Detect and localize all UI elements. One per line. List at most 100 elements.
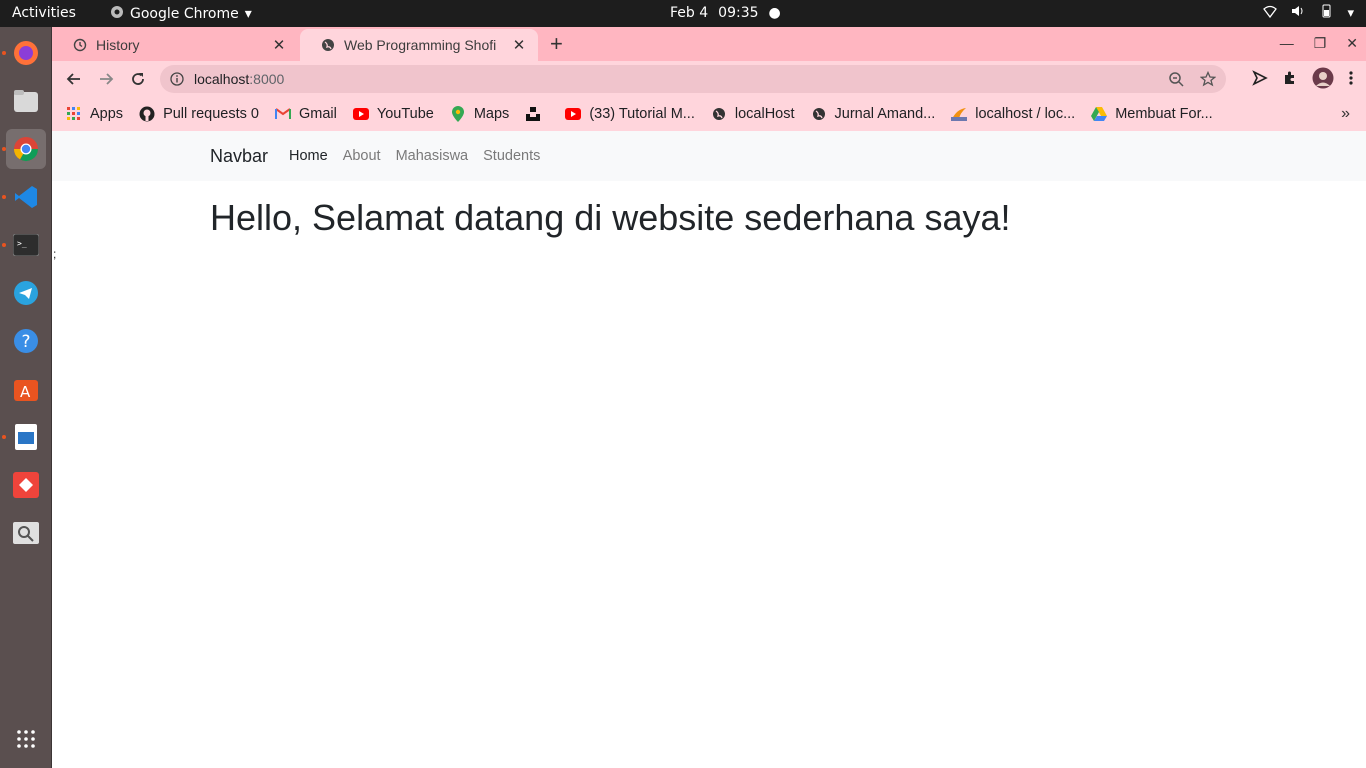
caret-down-icon: ▾ xyxy=(244,6,252,22)
firefox-icon[interactable] xyxy=(6,33,46,73)
globe-icon xyxy=(320,37,336,53)
youtube-icon xyxy=(565,106,582,122)
bookmark-pull-requests[interactable]: Pull requests 0 xyxy=(139,106,259,122)
youtube-icon xyxy=(352,106,369,122)
bookmark-phpmyadmin[interactable]: localhost / loc... xyxy=(951,106,1075,122)
zoom-icon[interactable] xyxy=(1168,71,1184,90)
svg-text:A: A xyxy=(20,383,31,401)
close-tab-icon[interactable]: ✕ xyxy=(510,36,528,54)
chrome-icon[interactable] xyxy=(6,129,46,169)
wifi-icon xyxy=(1263,4,1278,22)
bookmark-apps[interactable]: Apps xyxy=(66,106,123,122)
new-tab-button[interactable]: + xyxy=(550,33,563,55)
send-tab-icon[interactable] xyxy=(1252,70,1268,91)
bookmark-label: Apps xyxy=(90,106,124,122)
ubuntu-dock: >_ ? A xyxy=(0,27,52,768)
bookmark-gmail[interactable]: Gmail xyxy=(274,106,337,122)
bookmark-maps[interactable]: Maps xyxy=(450,106,509,122)
activities-button[interactable]: Activities xyxy=(12,5,76,21)
software-center-icon[interactable]: A xyxy=(6,369,46,409)
app-menu-label: Google Chrome xyxy=(130,6,239,22)
toolbar: localhost:8000 xyxy=(52,61,1366,97)
help-icon[interactable]: ? xyxy=(6,321,46,361)
stray-text: ; xyxy=(53,247,57,261)
navbar-brand[interactable]: Navbar xyxy=(210,146,268,167)
forward-button[interactable] xyxy=(94,67,118,91)
nav-link-about[interactable]: About xyxy=(343,148,381,164)
bookmark-tutorial[interactable]: (33) Tutorial M... xyxy=(565,106,695,122)
tab-title: History xyxy=(96,37,140,53)
show-apps-icon[interactable] xyxy=(6,719,46,759)
menu-kebab-icon[interactable] xyxy=(1348,70,1354,91)
bookmark-localhost[interactable]: localHost xyxy=(711,106,795,122)
toolbar-actions xyxy=(1252,67,1354,94)
tab-history[interactable]: History ✕ xyxy=(52,29,298,61)
image-viewer-icon[interactable] xyxy=(6,513,46,553)
bookmark-unsplash[interactable] xyxy=(525,106,549,122)
omnibox-actions xyxy=(1168,70,1217,90)
drive-icon xyxy=(1091,106,1108,122)
bookmark-label: Maps xyxy=(473,106,510,122)
globe-icon xyxy=(811,106,827,122)
libreoffice-writer-icon[interactable] xyxy=(6,417,46,457)
vscode-icon[interactable] xyxy=(6,177,46,217)
bookmark-label: Membuat For... xyxy=(1115,106,1213,122)
notification-dot-icon: ● xyxy=(768,5,781,21)
bookmark-label: Jurnal Amand... xyxy=(834,106,936,122)
system-tray[interactable]: ▾ xyxy=(1263,4,1354,22)
restore-icon[interactable]: ❐ xyxy=(1314,35,1327,52)
volume-icon xyxy=(1291,4,1305,22)
bookmark-membuat[interactable]: Membuat For... xyxy=(1091,106,1213,122)
clock-time: 09:35 xyxy=(718,5,759,21)
nav-links: Home About Mahasiswa Students xyxy=(289,148,540,164)
bookmarks-bar: Apps Pull requests 0 Gmail YouTube Maps xyxy=(52,97,1366,131)
bookmark-label: (33) Tutorial M... xyxy=(589,106,695,122)
close-tab-icon[interactable]: ✕ xyxy=(270,36,288,54)
bookmark-label: Pull requests 0 xyxy=(163,106,259,122)
nav-link-mahasiswa[interactable]: Mahasiswa xyxy=(396,148,469,164)
power-menu-caret-icon: ▾ xyxy=(1347,5,1354,21)
avatar[interactable] xyxy=(1312,67,1334,94)
bookmark-jurnal[interactable]: Jurnal Amand... xyxy=(811,106,936,122)
bookmark-label: localHost xyxy=(734,106,795,122)
clock-date: Feb 4 xyxy=(670,5,709,21)
minimize-icon[interactable]: — xyxy=(1280,35,1294,52)
app-menu[interactable]: Google Chrome ▾ xyxy=(110,5,252,23)
close-window-icon[interactable]: ✕ xyxy=(1346,35,1358,52)
chrome-small-icon xyxy=(110,5,124,23)
address-bar[interactable]: localhost:8000 xyxy=(160,65,1226,93)
url-port: :8000 xyxy=(249,71,285,87)
battery-icon xyxy=(1319,4,1333,22)
bookmark-label: YouTube xyxy=(376,106,434,122)
page-heading: Hello, Selamat datang di website sederha… xyxy=(210,197,1011,238)
page-viewport: Navbar Home About Mahasiswa Students Hel… xyxy=(52,131,1366,768)
site-navbar: Navbar Home About Mahasiswa Students xyxy=(52,131,1366,181)
globe-icon xyxy=(711,106,727,122)
bookmark-label: Gmail xyxy=(298,106,337,122)
svg-text:>_: >_ xyxy=(17,239,27,248)
telegram-icon[interactable] xyxy=(6,273,46,313)
github-icon xyxy=(139,106,155,122)
bookmark-youtube[interactable]: YouTube xyxy=(352,106,434,122)
svg-text:?: ? xyxy=(22,332,31,352)
apps-grid-icon xyxy=(66,106,82,122)
clock[interactable]: Feb 4 09:35 ● xyxy=(670,5,781,21)
anydesk-icon[interactable] xyxy=(6,465,46,505)
tab-web-programming[interactable]: Web Programming Shofi ✕ xyxy=(300,29,538,61)
bookmark-label: localhost / loc... xyxy=(975,106,1076,122)
terminal-icon[interactable]: >_ xyxy=(6,225,46,265)
back-button[interactable] xyxy=(62,67,86,91)
tab-title: Web Programming Shofi xyxy=(344,37,497,53)
more-bookmarks-icon[interactable]: » xyxy=(1341,105,1350,123)
site-info-icon[interactable] xyxy=(170,72,184,86)
nav-link-students[interactable]: Students xyxy=(483,148,540,164)
nav-link-home[interactable]: Home xyxy=(289,148,328,164)
url-host: localhost xyxy=(194,71,250,87)
reload-button[interactable] xyxy=(126,67,150,91)
files-icon[interactable] xyxy=(6,81,46,121)
extensions-icon[interactable] xyxy=(1282,70,1298,91)
browser-chrome: History ✕ Web Programming Shofi ✕ + — ❐ … xyxy=(52,27,1366,131)
window-controls: — ❐ ✕ xyxy=(1280,35,1358,52)
maps-icon xyxy=(450,106,466,122)
bookmark-star-icon[interactable] xyxy=(1199,70,1217,90)
